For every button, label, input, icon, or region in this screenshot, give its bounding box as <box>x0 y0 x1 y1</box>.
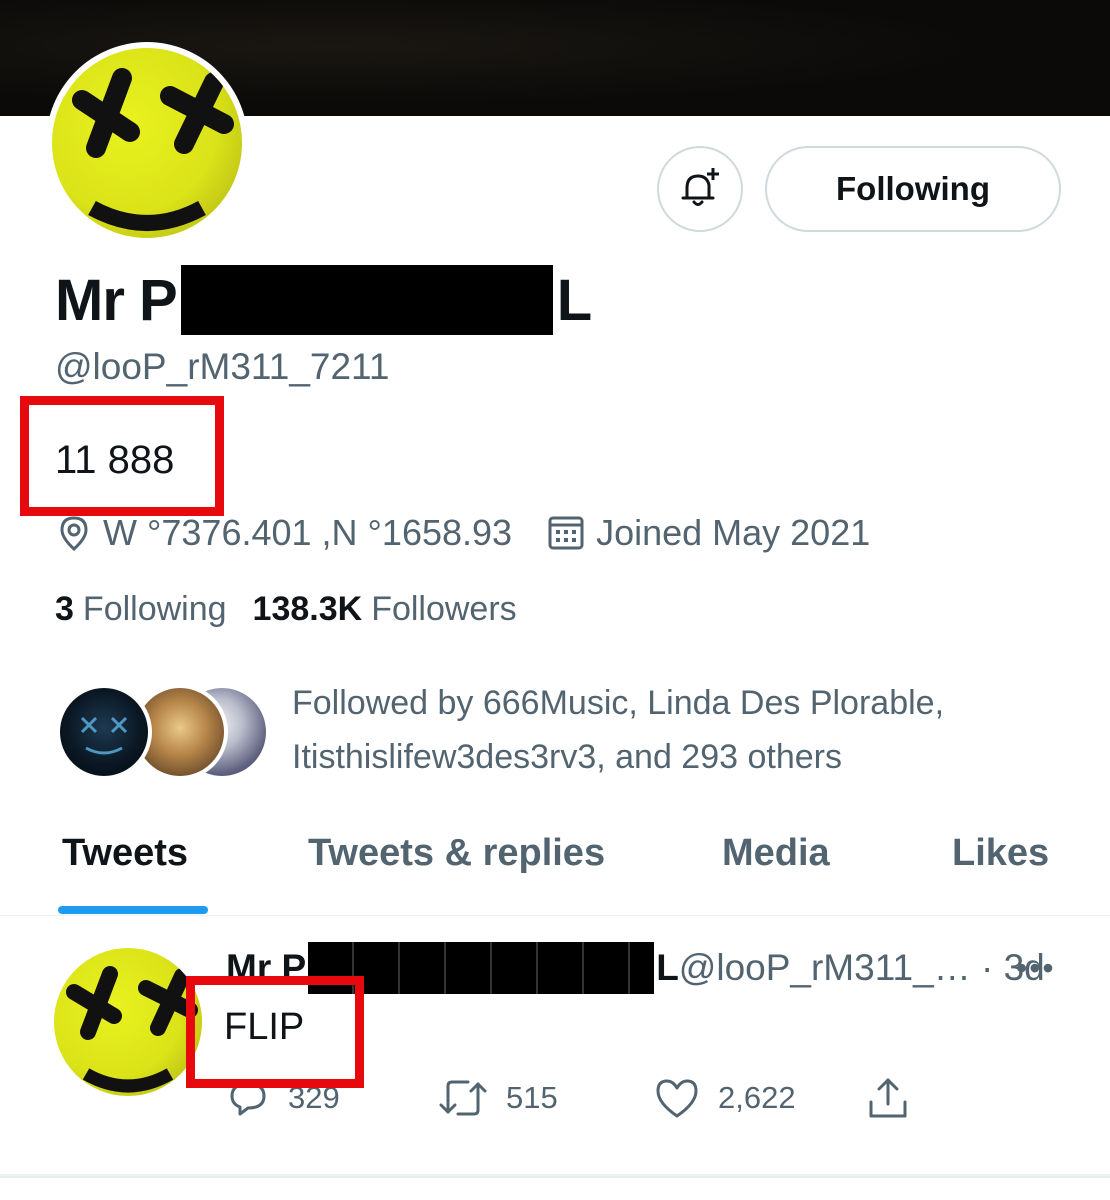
divider <box>0 1176 1110 1178</box>
profile-name: Mr P L <box>55 260 592 340</box>
following-count-link[interactable]: 3 Following <box>55 590 227 629</box>
tweet-author-suffix[interactable]: L <box>656 947 679 989</box>
location-pin-icon <box>60 516 88 552</box>
share-icon <box>869 1078 907 1118</box>
following-label: Following <box>82 590 227 628</box>
notifications-button[interactable] <box>657 146 743 232</box>
heart-icon <box>656 1079 698 1118</box>
active-tab-indicator <box>58 906 208 914</box>
joined-text: Joined May 2021 <box>596 512 871 553</box>
followers-label: Followers <box>371 590 517 628</box>
neon-mask-icon <box>80 716 128 755</box>
retweet-icon <box>439 1080 487 1116</box>
retweet-count: 515 <box>506 1080 558 1115</box>
profile-handle: @looP_rM311_7211 <box>55 346 390 387</box>
bell-plus-icon <box>681 168 719 206</box>
followers-count: 138.3K <box>252 590 363 628</box>
like-count: 2,622 <box>718 1080 796 1115</box>
following-count: 3 <box>55 590 74 628</box>
name-suffix: L <box>556 267 592 333</box>
followed-by-text[interactable]: Followed by 666Music, Linda Des Plorable… <box>292 676 1072 784</box>
tweet-avatar[interactable] <box>54 948 202 1096</box>
annotation-box-tweet-text <box>186 976 364 1088</box>
profile-avatar[interactable] <box>46 42 248 244</box>
share-button[interactable] <box>866 1076 928 1120</box>
redaction-bar <box>180 265 553 335</box>
location-text: W °7376.401 ,N °1658.93 <box>103 512 513 553</box>
retweet-button[interactable]: 515 <box>438 1076 558 1120</box>
tab-tweets[interactable]: Tweets <box>62 832 188 875</box>
calendar-icon <box>548 516 584 550</box>
like-button[interactable]: 2,622 <box>654 1076 796 1120</box>
follow-counts: 3 Following 138.3K Followers <box>55 590 543 629</box>
annotation-box-bio <box>20 396 224 516</box>
location-item: W °7376.401 ,N °1658.93 <box>55 512 512 554</box>
tweet-handle-time: @looP_rM311_… · 3d <box>678 947 1045 988</box>
profile-meta: W °7376.401 ,N °1658.93 Joined May 2021 <box>55 508 904 558</box>
name-prefix: Mr P <box>55 267 178 333</box>
more-options-icon[interactable]: ••• <box>1016 950 1056 987</box>
followed-by-avatars[interactable] <box>56 684 271 780</box>
tab-likes[interactable]: Likes <box>952 832 1049 875</box>
followers-count-link[interactable]: 138.3K Followers <box>253 590 517 629</box>
tab-media[interactable]: Media <box>722 832 830 875</box>
smiley-avatar-image <box>66 966 198 1093</box>
follower-avatar-1 <box>56 684 152 780</box>
joined-item: Joined May 2021 <box>546 512 870 554</box>
profile-tabs: Tweets Tweets & replies Media Likes <box>0 812 1110 916</box>
tab-tweets-replies[interactable]: Tweets & replies <box>308 832 605 875</box>
smiley-avatar-image <box>52 48 242 238</box>
following-button[interactable]: Following <box>765 146 1061 232</box>
